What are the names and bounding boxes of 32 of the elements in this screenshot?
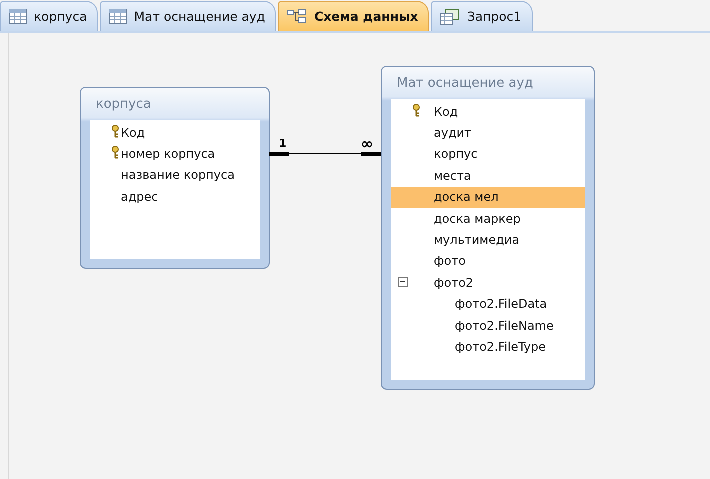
relationships-icon (287, 9, 308, 24)
table-window[interactable]: корпуса Код номер корпуса название корпуса адрес (80, 87, 270, 269)
table-grid-icon (9, 9, 27, 24)
field-name[interactable]: корпус (434, 147, 478, 162)
field-name[interactable]: фото2.FileType (455, 340, 546, 354)
document-tab[interactable]: Схема данных (278, 1, 430, 31)
field-name[interactable]: название корпуса (121, 168, 235, 182)
one-label: 1 (279, 137, 287, 150)
document-tab[interactable]: корпуса (0, 1, 98, 31)
collapse-icon[interactable] (398, 277, 408, 288)
selected-field-row[interactable]: доска мел (391, 186, 585, 208)
field-name[interactable]: Код (121, 126, 146, 140)
table-window[interactable]: Мат оснащение ауд Код аудит корпус места доска мел доска маркер мультимедиа фото фото2 фото2.FileData фото2.FileName фото2.FileType (381, 66, 595, 390)
field-name[interactable]: номер корпуса (121, 147, 216, 162)
table-title: корпуса (95, 96, 152, 114)
field-name[interactable]: фото2.FileName (455, 318, 554, 333)
field-name[interactable]: фото2 (434, 276, 474, 290)
table-grid-icon (109, 9, 128, 24)
query-icon (440, 8, 460, 24)
many-label: ∞ (361, 135, 374, 153)
document-tab[interactable]: Мат оснащение ауд (100, 1, 276, 31)
document-tab[interactable]: Запрос1 (431, 1, 533, 31)
field-name[interactable]: доска маркер (434, 212, 521, 226)
table-title: Мат оснащение ауд (396, 74, 534, 92)
field-name[interactable]: фото2.FileData (455, 297, 548, 312)
field-name[interactable]: фото (434, 254, 466, 268)
field-name[interactable]: мультимедиа (434, 233, 520, 248)
field-name[interactable]: аудит (434, 126, 472, 140)
field-name[interactable]: места (434, 168, 472, 183)
field-name[interactable]: доска мел (434, 190, 499, 204)
field-name[interactable]: адрес (121, 190, 158, 204)
field-name[interactable]: Код (434, 104, 458, 119)
